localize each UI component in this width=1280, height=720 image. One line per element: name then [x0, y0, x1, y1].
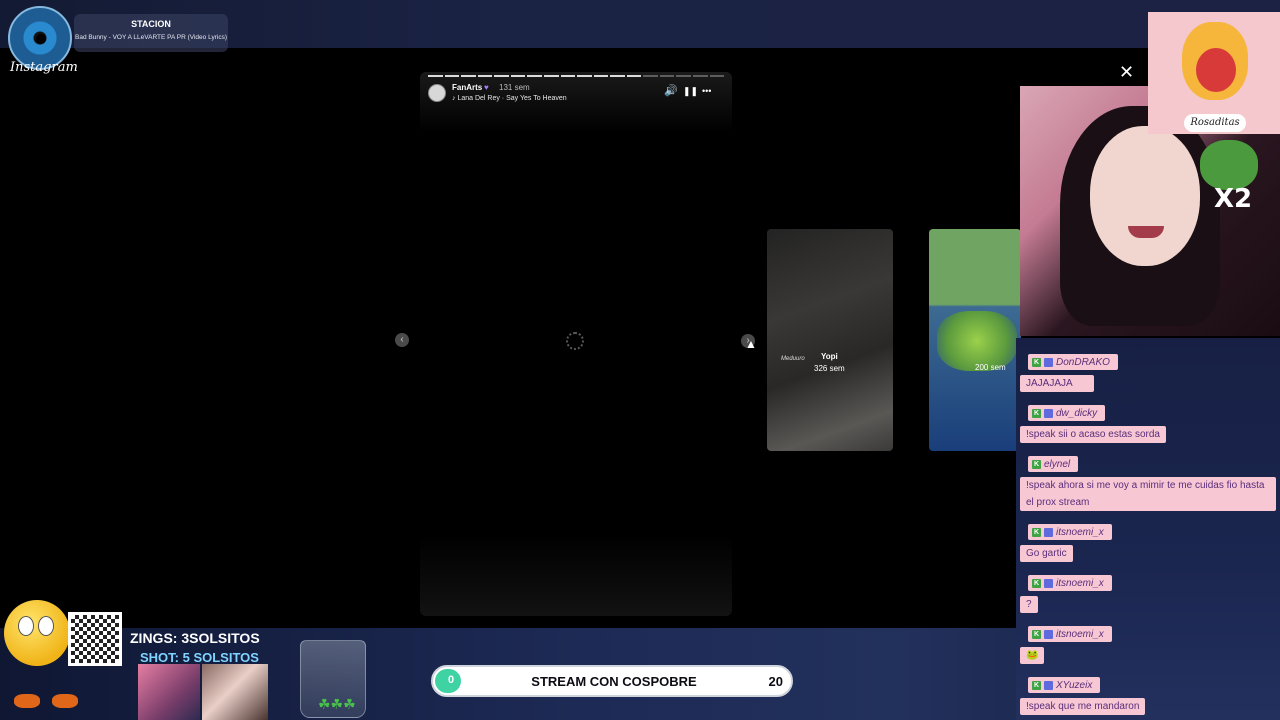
chat-message-text: !speak ahora si me voy a mimir te me cui…: [1020, 477, 1276, 511]
chat-message-header: K XYuzeix: [1028, 677, 1101, 693]
mouse-cursor-icon: ▲: [745, 337, 757, 351]
story-progress-segment: [527, 75, 542, 77]
story-progress-segment: [560, 75, 576, 77]
chat-username: dw_dicky: [1056, 407, 1098, 419]
story-progress-segment: [543, 75, 559, 77]
story-progress-segment: [693, 75, 708, 77]
now-playing-widget: Instagram STACION Bad Bunny - VOY A LLeV…: [4, 4, 228, 76]
story-preview-tag: Meduuro: [781, 356, 805, 362]
close-icon[interactable]: ✕: [1119, 62, 1134, 83]
story-avatar[interactable]: [428, 84, 446, 102]
story-progress-segment: [510, 75, 526, 77]
story-progress-segment: [593, 75, 609, 77]
chat-message-text: JAJAJAJA: [1020, 375, 1094, 392]
chat-username: itsnoemi_x: [1056, 628, 1104, 640]
story-music-text: Lana Del Rey · Say Yes To Heaven: [457, 95, 567, 102]
instagram-logo: Instagram: [10, 60, 78, 75]
chat-panel: K DonDRAKO JAJAJAJA Kdw_dicky !speak sii …: [1016, 338, 1280, 720]
zings-label: ZINGS: 3SOLSITOS: [130, 630, 260, 646]
story-progress-segment: [477, 75, 493, 77]
shots-label: SHOT: 5 SOLSITOS: [140, 650, 259, 665]
chat-message-text: Go gartic: [1020, 545, 1073, 562]
chat-username: XYuzeix: [1056, 679, 1093, 691]
story-preview-username: Yopi: [821, 352, 838, 361]
story-progress-bar: [428, 75, 725, 77]
story-progress-segment: [626, 75, 642, 77]
story-progress-segment: [643, 75, 658, 77]
now-playing-card: STACION Bad Bunny - VOY A LLeVARTE PA PR…: [74, 14, 228, 52]
emote-multiplier: X2: [1214, 184, 1253, 214]
story-progress-segment: [461, 75, 476, 77]
story-progress-segment: [709, 75, 725, 77]
goal-target: 20: [768, 674, 783, 689]
story-progress-segment: [577, 75, 592, 77]
story-progress-segment: [428, 75, 443, 77]
mascot-shoe: [52, 694, 78, 708]
chat-message-text: ?: [1020, 596, 1038, 613]
sticker-photo: [138, 664, 200, 720]
previous-story-icon[interactable]: ‹: [395, 333, 409, 347]
chat-username: elynel: [1044, 458, 1071, 470]
chat-message-header: Kelynel: [1028, 456, 1079, 472]
now-playing-track: Bad Bunny - VOY A LLeVARTE PA PR (Video …: [75, 34, 227, 41]
more-options-icon[interactable]: •••: [702, 85, 711, 97]
story-progress-segment: [494, 75, 509, 77]
chat-message-header: Kitsnoemi_x: [1028, 524, 1112, 540]
verified-heart-icon: ♥: [484, 83, 489, 92]
pepe-emote-icon: [1200, 140, 1258, 190]
chat-username: DonDRAKO: [1056, 356, 1110, 368]
story-preview-time: 200 sem: [975, 363, 1006, 372]
chat-username: itsnoemi_x: [1056, 577, 1104, 589]
clover-icon: ☘☘☘: [318, 696, 356, 712]
story-player[interactable]: FanArts ♥ 131 sem ♪ Lana Del Rey · Say Y…: [420, 72, 732, 616]
chat-message-header: Kdw_dicky: [1028, 405, 1106, 421]
chat-message-header: Kitsnoemi_x: [1028, 626, 1112, 642]
smiley-mascot-icon: [4, 600, 70, 666]
chat-username: itsnoemi_x: [1056, 526, 1104, 538]
story-music-label[interactable]: ♪ Lana Del Rey · Say Yes To Heaven: [452, 95, 567, 102]
story-progress-segment: [610, 75, 625, 77]
emote-label: Rosaditas: [1184, 114, 1246, 132]
story-progress-segment: [444, 75, 460, 77]
story-progress-segment: [659, 75, 675, 77]
loading-spinner-icon: [566, 332, 584, 350]
story-preview-1[interactable]: Meduuro Yopi 326 sem: [767, 229, 893, 451]
pause-icon[interactable]: ❚❚: [683, 85, 698, 97]
volume-icon[interactable]: 🔊: [664, 85, 678, 97]
chat-message-text: !speak sii o acaso estas sorda: [1020, 426, 1166, 443]
stream-goal-bar: 0 STREAM CON COSPOBRE 20: [431, 665, 793, 697]
story-preview-2[interactable]: 200 sem: [929, 229, 1021, 451]
chat-message-text: !speak que me mandaron: [1020, 698, 1146, 715]
sticker-photo: [202, 664, 268, 720]
story-time: 131 sem: [499, 83, 530, 92]
story-preview-time: 326 sem: [814, 364, 845, 373]
now-playing-title: STACION: [131, 19, 171, 29]
story-progress-segment: [676, 75, 691, 77]
story-username[interactable]: FanArts: [452, 83, 482, 92]
mascot-shoe: [14, 694, 40, 708]
chat-message-text: 🐸: [1020, 647, 1045, 664]
goal-title: STREAM CON COSPOBRE: [531, 674, 697, 689]
chat-message-header: K DonDRAKO: [1028, 354, 1118, 370]
chat-message-header: Kitsnoemi_x: [1028, 575, 1112, 591]
